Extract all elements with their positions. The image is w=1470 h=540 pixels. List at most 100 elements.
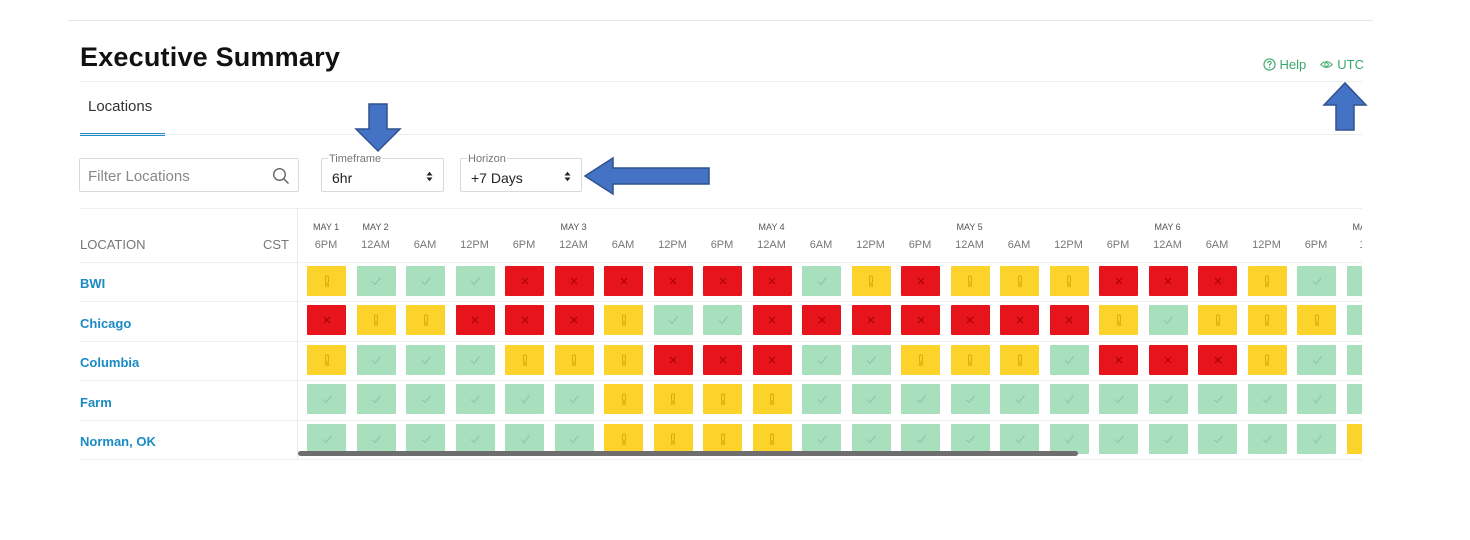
status-cell-bad[interactable] [703, 266, 742, 296]
status-cell-ok[interactable] [1148, 384, 1188, 414]
status-cell-warn[interactable] [901, 345, 940, 375]
status-cell-ok[interactable] [802, 424, 841, 454]
status-cell-warn[interactable] [950, 345, 990, 375]
status-cell-warn[interactable] [752, 384, 792, 414]
filter-locations-input[interactable] [86, 163, 270, 189]
status-cell-warn[interactable] [1247, 345, 1287, 375]
status-cell-bad[interactable] [307, 305, 346, 335]
location-link-chicago[interactable]: Chicago [80, 316, 131, 331]
status-cell-warn[interactable] [604, 424, 643, 454]
status-cell-bad[interactable] [604, 266, 643, 296]
status-cell-ok[interactable] [455, 345, 495, 375]
status-cell-bad[interactable] [1099, 345, 1138, 375]
location-link-bwi[interactable]: BWI [80, 276, 105, 291]
location-link-norman-ok[interactable]: Norman, OK [80, 434, 156, 449]
status-cell-ok[interactable] [802, 266, 841, 296]
status-cell-ok[interactable] [1346, 384, 1362, 414]
status-cell-bad[interactable] [703, 345, 742, 375]
status-cell-warn[interactable] [307, 345, 346, 375]
status-cell-ok[interactable] [455, 424, 495, 454]
status-cell-ok[interactable] [1099, 384, 1138, 414]
status-cell-bad[interactable] [505, 266, 544, 296]
status-cell-ok[interactable] [554, 384, 594, 414]
status-cell-ok[interactable] [406, 345, 445, 375]
status-cell-ok[interactable] [455, 384, 495, 414]
status-cell-warn[interactable] [703, 424, 742, 454]
status-cell-bad[interactable] [802, 305, 841, 335]
status-cell-bad[interactable] [950, 305, 990, 335]
status-cell-ok[interactable] [950, 384, 990, 414]
status-cell-ok[interactable] [356, 424, 396, 454]
status-cell-bad[interactable] [752, 345, 792, 375]
location-link-columbia[interactable]: Columbia [80, 355, 139, 370]
status-cell-ok[interactable] [356, 345, 396, 375]
status-cell-ok[interactable] [1346, 305, 1362, 335]
help-link[interactable]: Help [1262, 57, 1306, 72]
status-cell-bad[interactable] [653, 345, 693, 375]
status-cell-ok[interactable] [802, 384, 841, 414]
status-cell-ok[interactable] [1297, 345, 1336, 375]
status-cell-warn[interactable] [1198, 305, 1237, 335]
status-cell-warn[interactable] [1000, 345, 1039, 375]
status-cell-bad[interactable] [1049, 305, 1089, 335]
status-cell-ok[interactable] [1049, 384, 1089, 414]
status-cell-warn[interactable] [604, 384, 643, 414]
status-cell-bad[interactable] [1148, 266, 1188, 296]
status-cell-bad[interactable] [851, 305, 891, 335]
status-cell-bad[interactable] [1000, 305, 1039, 335]
status-cell-ok[interactable] [703, 305, 742, 335]
status-cell-bad[interactable] [752, 305, 792, 335]
status-cell-ok[interactable] [1148, 424, 1188, 454]
status-cell-warn[interactable] [505, 345, 544, 375]
status-cell-bad[interactable] [1198, 266, 1237, 296]
status-cell-warn[interactable] [1247, 266, 1287, 296]
status-cell-ok[interactable] [406, 266, 445, 296]
status-cell-warn[interactable] [554, 345, 594, 375]
status-cell-bad[interactable] [1099, 266, 1138, 296]
status-cell-ok[interactable] [307, 424, 346, 454]
status-cell-ok[interactable] [505, 424, 544, 454]
status-cell-ok[interactable] [455, 266, 495, 296]
status-cell-bad[interactable] [554, 305, 594, 335]
status-cell-bad[interactable] [1148, 345, 1188, 375]
status-cell-warn[interactable] [1049, 266, 1089, 296]
horizon-select[interactable]: Horizon +7 Days [460, 154, 582, 192]
search-icon[interactable] [272, 167, 290, 185]
status-cell-ok[interactable] [851, 345, 891, 375]
status-cell-ok[interactable] [356, 266, 396, 296]
status-cell-ok[interactable] [802, 345, 841, 375]
status-cell-bad[interactable] [455, 305, 495, 335]
status-cell-ok[interactable] [901, 424, 940, 454]
status-cell-ok[interactable] [1099, 424, 1138, 454]
status-cell-warn[interactable] [1099, 305, 1138, 335]
status-cell-ok[interactable] [505, 384, 544, 414]
tab-locations[interactable]: Locations [80, 98, 165, 136]
status-cell-ok[interactable] [1297, 266, 1336, 296]
status-cell-warn[interactable] [406, 305, 445, 335]
status-cell-bad[interactable] [1198, 345, 1237, 375]
status-cell-warn[interactable] [851, 266, 891, 296]
status-cell-warn[interactable] [1247, 305, 1287, 335]
status-cell-bad[interactable] [554, 266, 594, 296]
status-cell-ok[interactable] [1000, 384, 1039, 414]
status-cell-bad[interactable] [653, 266, 693, 296]
status-cell-warn[interactable] [604, 345, 643, 375]
status-cell-ok[interactable] [1198, 424, 1237, 454]
status-cell-ok[interactable] [1049, 345, 1089, 375]
status-cell-ok[interactable] [901, 384, 940, 414]
status-cell-bad[interactable] [901, 305, 940, 335]
status-cell-ok[interactable] [554, 424, 594, 454]
status-cell-ok[interactable] [950, 424, 990, 454]
status-cell-ok[interactable] [851, 384, 891, 414]
status-cell-ok[interactable] [406, 424, 445, 454]
status-cell-ok[interactable] [1049, 424, 1089, 454]
timeframe-select[interactable]: Timeframe 6hr [321, 154, 444, 192]
status-cell-warn[interactable] [950, 266, 990, 296]
status-cell-ok[interactable] [1346, 266, 1362, 296]
status-cell-ok[interactable] [1247, 384, 1287, 414]
status-cell-ok[interactable] [1148, 305, 1188, 335]
status-cell-ok[interactable] [1000, 424, 1039, 454]
utc-toggle[interactable]: UTC [1320, 57, 1364, 72]
status-cell-warn[interactable] [703, 384, 742, 414]
status-cell-ok[interactable] [1198, 384, 1237, 414]
